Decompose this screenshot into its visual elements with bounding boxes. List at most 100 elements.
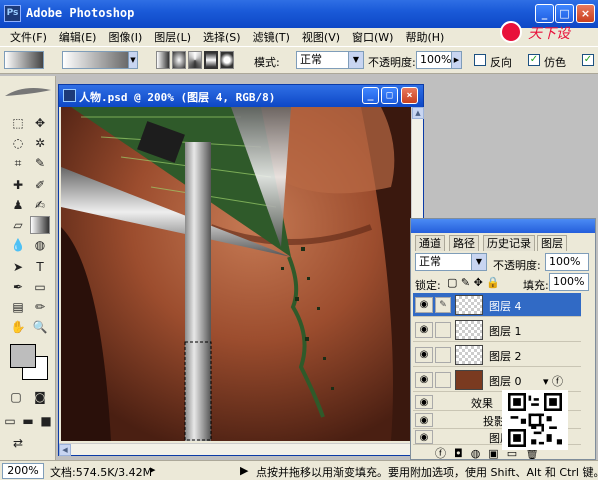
doc-size-info[interactable]: 文档:574.5K/3.42M — [50, 464, 152, 480]
history-brush-tool-icon[interactable]: ✍ — [30, 196, 50, 214]
link-slot-icon[interactable] — [435, 347, 451, 363]
layer-thumbnail — [455, 370, 483, 390]
transparency-checkbox[interactable]: ✓ — [582, 54, 594, 66]
move-tool-icon[interactable]: ✥ — [30, 114, 50, 132]
screen-mode-full-icon[interactable]: ■ — [36, 412, 56, 430]
mode-select[interactable]: 正常 ▼ — [296, 51, 364, 69]
visibility-eye-icon[interactable]: ◉ — [415, 372, 433, 388]
layer-row[interactable]: ◉ 图层 2 — [413, 343, 581, 367]
doc-close-button[interactable]: × — [401, 87, 418, 104]
layer-name: 图层 2 — [489, 350, 522, 363]
zoom-field[interactable]: 200% — [2, 463, 44, 479]
menu-image[interactable]: 图像(I) — [102, 29, 148, 45]
layer-row[interactable]: ◉ ✎ 图层 4 — [413, 293, 581, 317]
app-title: Adobe Photoshop — [26, 6, 135, 20]
hand-tool-icon[interactable]: ✋ — [8, 318, 28, 336]
lock-icons[interactable]: ▢ ✎ ✥ 🔒 — [447, 276, 500, 289]
layer-name: 图层 4 — [489, 300, 522, 313]
shape-tool-icon[interactable]: ▭ — [30, 278, 50, 296]
type-tool-icon[interactable]: T — [30, 258, 50, 276]
scroll-left-icon[interactable]: ◀ — [59, 444, 71, 456]
fill-input[interactable]: 100% — [549, 273, 589, 291]
effects-icon[interactable]: ▾ ⓕ — [543, 373, 563, 389]
layer-row[interactable]: ◉ 图层 0 ▾ ⓕ — [413, 368, 581, 392]
standard-mode-icon[interactable]: ▢ — [6, 388, 26, 406]
visibility-eye-icon[interactable]: ◉ — [415, 395, 433, 409]
menu-select[interactable]: 选择(S) — [197, 29, 247, 45]
layer-name: 图层 0 — [489, 375, 522, 388]
visibility-eye-icon[interactable]: ◉ — [415, 347, 433, 363]
dodge-tool-icon[interactable]: ◍ — [30, 236, 50, 254]
radial-gradient-icon[interactable] — [172, 51, 186, 69]
layer-row[interactable]: ◉ 图层 1 — [413, 318, 581, 342]
angle-gradient-icon[interactable] — [188, 51, 202, 69]
menu-layer[interactable]: 图层(L) — [148, 29, 197, 45]
doc-minimize-button[interactable]: _ — [362, 87, 379, 104]
reverse-checkbox[interactable] — [474, 54, 486, 66]
document-titlebar: 人物.psd @ 200% (图层 4, RGB/8) _ □ × — [59, 85, 423, 107]
pen-tool-icon[interactable]: ✒ — [8, 278, 28, 296]
screen-mode-standard-icon[interactable]: ▭ — [0, 412, 20, 430]
zoom-tool-icon[interactable]: 🔍 — [30, 318, 50, 336]
clone-stamp-tool-icon[interactable]: ♟ — [8, 196, 28, 214]
tool-preset-picker[interactable] — [4, 51, 44, 69]
lasso-tool-icon[interactable]: ◌ — [8, 134, 28, 152]
path-selection-tool-icon[interactable]: ➤ — [8, 258, 28, 276]
linear-gradient-icon[interactable] — [156, 51, 170, 69]
reflected-gradient-icon[interactable] — [204, 51, 218, 69]
menu-view[interactable]: 视图(V) — [296, 29, 346, 45]
marquee-tool-icon[interactable]: ⬚ — [8, 114, 28, 132]
visibility-eye-icon[interactable]: ◉ — [415, 430, 433, 444]
visibility-eye-icon[interactable]: ◉ — [415, 297, 433, 313]
foreground-color-swatch[interactable] — [10, 344, 36, 368]
layer-thumbnail — [455, 320, 483, 340]
tab-layers[interactable]: 图层 — [537, 235, 567, 251]
opacity-slider-arrow-icon[interactable]: ▶ — [451, 51, 462, 69]
menu-window[interactable]: 窗口(W) — [346, 29, 399, 45]
notes-tool-icon[interactable]: ▤ — [8, 298, 28, 316]
layers-palette-titlebar — [411, 219, 595, 233]
layer-opacity-label: 不透明度: — [493, 259, 541, 272]
document-icon — [63, 89, 76, 102]
dither-checkbox[interactable]: ✓ — [528, 54, 540, 66]
blend-mode-select[interactable]: 正常 ▼ — [415, 253, 487, 271]
eyedropper-tool-icon[interactable]: ✏ — [30, 298, 50, 316]
scroll-up-icon[interactable]: ▲ — [412, 107, 424, 119]
slice-tool-icon[interactable]: ✎ — [30, 154, 50, 172]
visibility-eye-icon[interactable]: ◉ — [415, 322, 433, 338]
brush-tool-icon[interactable]: ✐ — [30, 176, 50, 194]
doc-maximize-button[interactable]: □ — [381, 87, 398, 104]
link-slot-icon[interactable] — [435, 322, 451, 338]
menu-filter[interactable]: 滤镜(T) — [247, 29, 296, 45]
link-slot-icon[interactable] — [435, 372, 451, 388]
status-menu-arrow-icon[interactable]: ▸ — [150, 463, 156, 476]
opacity-value: 100% — [420, 53, 452, 66]
reverse-label: 反向 — [490, 56, 512, 69]
eraser-tool-icon[interactable]: ▱ — [8, 216, 28, 234]
status-hint-arrow-icon: ▶ — [240, 464, 249, 477]
menu-edit[interactable]: 编辑(E) — [53, 29, 103, 45]
image-canvas[interactable] — [61, 107, 411, 441]
jump-to-imageready-icon[interactable]: ⇄ — [8, 434, 28, 452]
screen-mode-menu-icon[interactable]: ▬ — [18, 412, 38, 430]
tab-channels[interactable]: 通道 — [415, 235, 445, 251]
gradient-tool-icon[interactable] — [30, 216, 50, 234]
crop-tool-icon[interactable]: ⌗ — [8, 154, 28, 172]
blur-tool-icon[interactable]: 💧 — [8, 236, 28, 254]
tab-paths[interactable]: 路径 — [449, 235, 479, 251]
menu-file[interactable]: 文件(F) — [4, 29, 53, 45]
magic-wand-tool-icon[interactable]: ✲ — [30, 134, 50, 152]
visibility-eye-icon[interactable]: ◉ — [415, 413, 433, 427]
gradient-picker[interactable] — [62, 51, 138, 69]
chevron-down-icon: ▼ — [348, 52, 363, 68]
layer-opacity-input[interactable]: 100% — [545, 253, 589, 271]
status-hint: 点按并拖移以用渐变填充。要用附加选项，使用 Shift、Alt 和 Ctrl 键… — [256, 466, 598, 479]
gradient-dropdown-arrow-icon[interactable]: ▼ — [128, 51, 138, 69]
diamond-gradient-icon[interactable] — [220, 51, 234, 69]
tab-history[interactable]: 历史记录 — [483, 235, 535, 251]
menu-help[interactable]: 帮助(H) — [399, 29, 450, 45]
brush-link-icon[interactable]: ✎ — [435, 297, 451, 313]
horizontal-scrollbar[interactable]: ◀ — [59, 443, 423, 456]
quick-mask-mode-icon[interactable]: ◙ — [30, 388, 50, 406]
healing-brush-tool-icon[interactable]: ✚ — [8, 176, 28, 194]
